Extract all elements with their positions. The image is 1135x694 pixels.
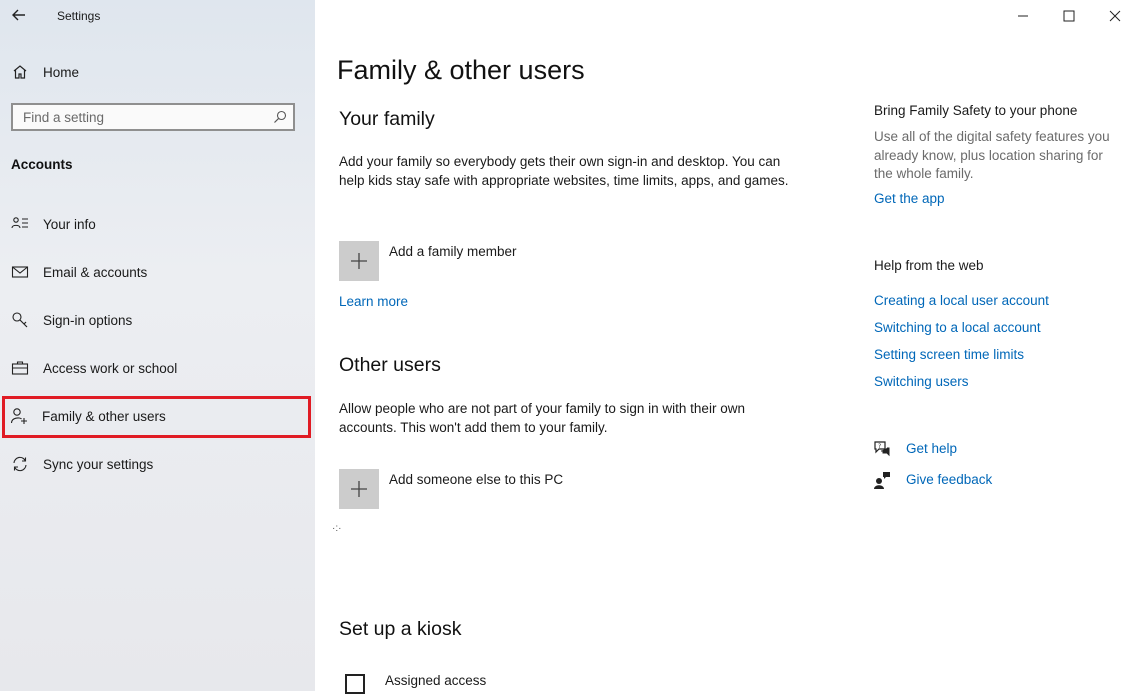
section-header: Accounts: [11, 157, 73, 172]
app-title: Settings: [57, 9, 101, 23]
get-the-app-link[interactable]: Get the app: [874, 191, 945, 206]
page-title: Family & other users: [337, 55, 585, 85]
sidebar-item-label: Sign-in options: [43, 312, 133, 328]
close-button[interactable]: [1092, 0, 1135, 32]
sidebar-item-label: Email & accounts: [43, 264, 148, 280]
add-someone-else-button[interactable]: Add someone else to this PC: [389, 472, 563, 487]
sidebar-item-email-accounts[interactable]: Email & accounts: [0, 252, 315, 292]
close-icon: [1109, 10, 1121, 22]
maximize-icon: [1063, 10, 1075, 22]
add-family-member-tile[interactable]: [339, 241, 379, 281]
help-link-switch-local[interactable]: Switching to a local account: [874, 320, 1041, 335]
sidebar-item-label: Access work or school: [43, 360, 178, 376]
selected-item-highlight: [2, 396, 311, 438]
give-feedback-icon: [874, 472, 890, 489]
sidebar-item-sign-in-options[interactable]: Sign-in options: [0, 300, 315, 340]
sidebar-item-label: Home: [43, 64, 80, 80]
get-help-link[interactable]: Get help: [906, 441, 957, 456]
sidebar: Settings Home Accounts Your info: [0, 0, 315, 691]
back-arrow-icon: [12, 9, 25, 21]
person-list-icon: [11, 215, 29, 233]
help-from-web-heading: Help from the web: [874, 258, 984, 273]
sidebar-item-your-info[interactable]: Your info: [0, 204, 315, 244]
back-button[interactable]: [8, 4, 30, 26]
home-icon: [11, 63, 29, 81]
plus-icon: [351, 481, 367, 497]
title-bar: Settings: [0, 0, 315, 32]
briefcase-icon: [11, 359, 29, 377]
learn-more-link[interactable]: Learn more: [339, 294, 408, 309]
get-help-icon: ?: [874, 441, 890, 457]
minimize-icon: [1018, 15, 1028, 17]
sidebar-item-label: Your info: [43, 216, 96, 232]
other-users-heading: Other users: [339, 354, 441, 376]
loading-dots: ·:·: [332, 523, 342, 534]
add-family-member-button[interactable]: Add a family member: [389, 244, 517, 259]
give-feedback-link[interactable]: Give feedback: [906, 472, 992, 487]
assigned-access-checkbox[interactable]: [345, 674, 365, 694]
svg-text:?: ?: [878, 443, 881, 450]
search-box[interactable]: [11, 103, 295, 131]
help-link-screen-time[interactable]: Setting screen time limits: [874, 347, 1024, 362]
mail-icon: [11, 263, 29, 281]
kiosk-heading: Set up a kiosk: [339, 618, 462, 640]
help-link-switching-users[interactable]: Switching users: [874, 374, 969, 389]
sidebar-item-sync-settings[interactable]: Sync your settings: [0, 444, 315, 484]
search-icon[interactable]: [273, 110, 287, 124]
add-someone-else-tile[interactable]: [339, 469, 379, 509]
family-safety-heading: Bring Family Safety to your phone: [874, 103, 1078, 118]
assigned-access-label[interactable]: Assigned access: [385, 673, 486, 688]
sidebar-item-access-work[interactable]: Access work or school: [0, 348, 315, 388]
maximize-button[interactable]: [1046, 0, 1092, 32]
sidebar-item-home[interactable]: Home: [0, 52, 315, 92]
your-family-heading: Your family: [339, 108, 435, 130]
your-family-description: Add your family so everybody gets their …: [339, 154, 789, 188]
key-icon: [11, 311, 29, 329]
plus-icon: [351, 253, 367, 269]
help-link-local-account[interactable]: Creating a local user account: [874, 293, 1049, 308]
minimize-button[interactable]: [1000, 0, 1046, 32]
search-input[interactable]: [13, 105, 273, 129]
other-users-description: Allow people who are not part of your fa…: [339, 401, 745, 435]
sync-icon: [11, 455, 29, 473]
family-safety-description: Use all of the digital safety features y…: [874, 129, 1110, 181]
sidebar-item-label: Sync your settings: [43, 456, 154, 472]
